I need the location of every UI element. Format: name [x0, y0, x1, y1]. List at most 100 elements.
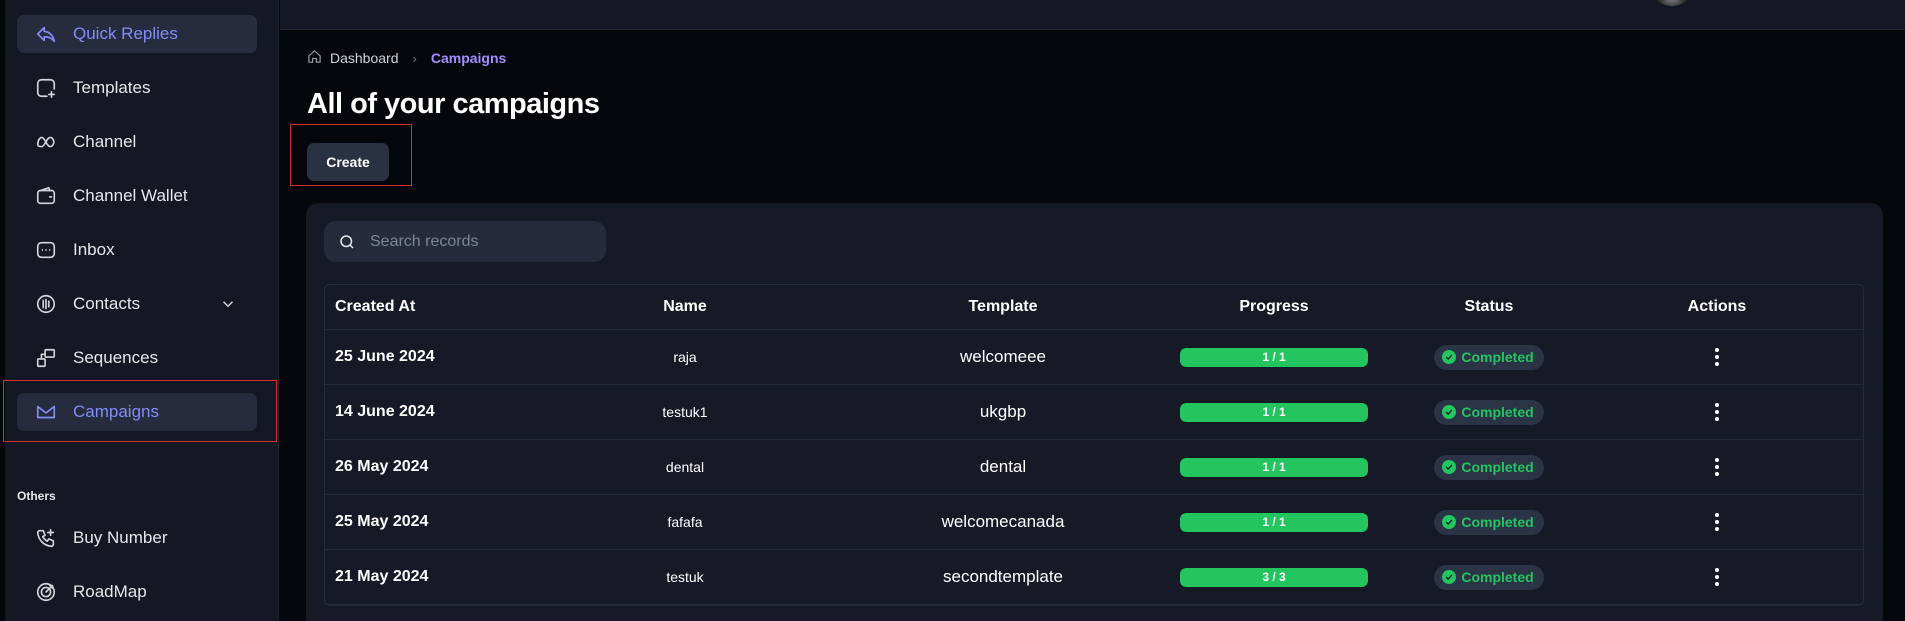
check-circle-icon [1442, 515, 1457, 529]
status-text: Completed [1461, 404, 1534, 420]
status-text: Completed [1461, 459, 1534, 475]
sidebar-item-buy-number[interactable]: Buy Number [17, 519, 257, 557]
progress-text: 3 / 3 [1262, 570, 1286, 584]
table-row[interactable]: 25 May 2024 fafafa welcomecanada 1 / 1 C… [325, 495, 1863, 550]
search-box[interactable] [324, 221, 606, 262]
sidebar-item-sequences[interactable]: Sequences [17, 339, 257, 377]
check-circle-icon [1442, 405, 1457, 419]
cell-template: welcomeee [960, 347, 1046, 366]
more-vertical-icon[interactable] [1707, 400, 1727, 424]
home-icon [307, 49, 330, 67]
sidebar-item-label: Quick Replies [73, 24, 178, 43]
sidebar-item-label: Inbox [73, 240, 115, 259]
page-title: All of your campaigns [307, 88, 600, 120]
cell-created-at: 25 May 2024 [335, 513, 429, 530]
sidebar-item-templates[interactable]: Templates [17, 69, 257, 107]
progress-bar: 1 / 1 [1180, 347, 1368, 367]
sidebar-item-label: Buy Number [73, 528, 168, 547]
status-text: Completed [1461, 514, 1534, 530]
search-input[interactable] [370, 232, 590, 251]
cell-name: testuk1 [662, 404, 708, 420]
cell-status: Completed [1433, 440, 1545, 494]
sidebar-item-channel[interactable]: Channel [17, 123, 257, 161]
sidebar-item-inbox[interactable]: Inbox [17, 231, 257, 269]
cell-status: Completed [1433, 550, 1545, 604]
check-circle-icon [1442, 350, 1457, 364]
cell-name: raja [673, 349, 697, 365]
cell-template: welcomecanada [941, 512, 1065, 531]
sidebar-item-quick-replies[interactable]: Quick Replies [17, 15, 257, 53]
cell-name: dental [665, 459, 705, 475]
status-badge: Completed [1434, 344, 1544, 370]
progress-text: 1 / 1 [1262, 405, 1286, 419]
cell-progress: 3 / 3 [1180, 550, 1368, 604]
cell-created-at: 26 May 2024 [335, 458, 429, 475]
campaigns-panel: Created At Name Template Progress Status… [306, 203, 1883, 621]
avatar[interactable] [1655, 0, 1689, 6]
status-text: Completed [1461, 569, 1534, 585]
cell-actions [1697, 550, 1737, 604]
cell-actions [1697, 385, 1737, 439]
cell-created-at: 25 June 2024 [335, 348, 435, 365]
chevron-down-icon[interactable] [219, 295, 237, 313]
sidebar-item-campaigns[interactable]: Campaigns [17, 393, 257, 431]
sidebar-section-others: Others [17, 489, 56, 503]
sidebar-item-label: Templates [73, 78, 151, 97]
sidebar-item-label: Channel [73, 132, 137, 151]
top-bar [280, 0, 1905, 30]
column-template[interactable]: Template [903, 285, 1103, 329]
progress-bar: 1 / 1 [1180, 457, 1368, 477]
contacts-icon [35, 293, 57, 315]
sidebar-item-contacts[interactable]: Contacts [17, 285, 257, 323]
sidebar-item-label: Channel Wallet [73, 186, 188, 205]
wallet-icon [35, 185, 57, 207]
cell-name: fafafa [667, 514, 703, 530]
status-text: Completed [1461, 349, 1534, 365]
cell-created-at: 21 May 2024 [335, 568, 429, 585]
cell-actions [1697, 495, 1737, 549]
cell-name: testuk [666, 569, 704, 585]
column-progress[interactable]: Progress [1180, 285, 1368, 329]
reply-icon [35, 23, 57, 45]
more-vertical-icon[interactable] [1707, 345, 1727, 369]
more-vertical-icon[interactable] [1707, 455, 1727, 479]
search-icon [340, 234, 354, 249]
column-created-at[interactable]: Created At [335, 285, 415, 329]
cell-progress: 1 / 1 [1180, 440, 1368, 494]
progress-text: 1 / 1 [1262, 460, 1286, 474]
template-icon [35, 77, 57, 99]
sidebar-item-roadmap[interactable]: RoadMap [17, 573, 257, 611]
column-status[interactable]: Status [1433, 285, 1545, 329]
app: Quick Replies Templates Channel Channel … [0, 0, 1905, 621]
cell-template: secondtemplate [942, 567, 1064, 586]
table-row[interactable]: 25 June 2024 raja welcomeee 1 / 1 Comple… [325, 330, 1863, 385]
sidebar-item-label: Campaigns [73, 402, 159, 421]
cell-progress: 1 / 1 [1180, 495, 1368, 549]
table-row[interactable]: 21 May 2024 testuk secondtemplate 3 / 3 … [325, 550, 1863, 605]
sidebar-item-label: Contacts [73, 294, 141, 313]
cell-progress: 1 / 1 [1180, 330, 1368, 384]
more-vertical-icon[interactable] [1707, 510, 1727, 534]
table-row[interactable]: 26 May 2024 dental dental 1 / 1 Complete… [325, 440, 1863, 495]
check-circle-icon [1442, 570, 1457, 584]
column-name[interactable]: Name [655, 285, 715, 329]
cell-status: Completed [1433, 330, 1545, 384]
cell-actions [1697, 330, 1737, 384]
sidebar-item-channel-wallet[interactable]: Channel Wallet [17, 177, 257, 215]
breadcrumb-dashboard[interactable]: Dashboard [330, 50, 399, 66]
cell-progress: 1 / 1 [1180, 385, 1368, 439]
cell-actions [1697, 440, 1737, 494]
table-row[interactable]: 14 June 2024 testuk1 ukgbp 1 / 1 Complet… [325, 385, 1863, 440]
more-vertical-icon[interactable] [1707, 565, 1727, 589]
status-badge: Completed [1434, 399, 1544, 425]
status-badge: Completed [1434, 509, 1544, 535]
status-badge: Completed [1434, 454, 1544, 480]
create-button[interactable]: Create [307, 143, 389, 181]
breadcrumb: Dashboard › Campaigns [307, 49, 506, 67]
status-badge: Completed [1434, 564, 1544, 590]
cell-status: Completed [1433, 385, 1545, 439]
breadcrumb-current: Campaigns [430, 50, 507, 66]
progress-text: 1 / 1 [1262, 350, 1286, 364]
column-actions: Actions [1687, 298, 1747, 315]
phone-plus-icon [35, 527, 57, 549]
